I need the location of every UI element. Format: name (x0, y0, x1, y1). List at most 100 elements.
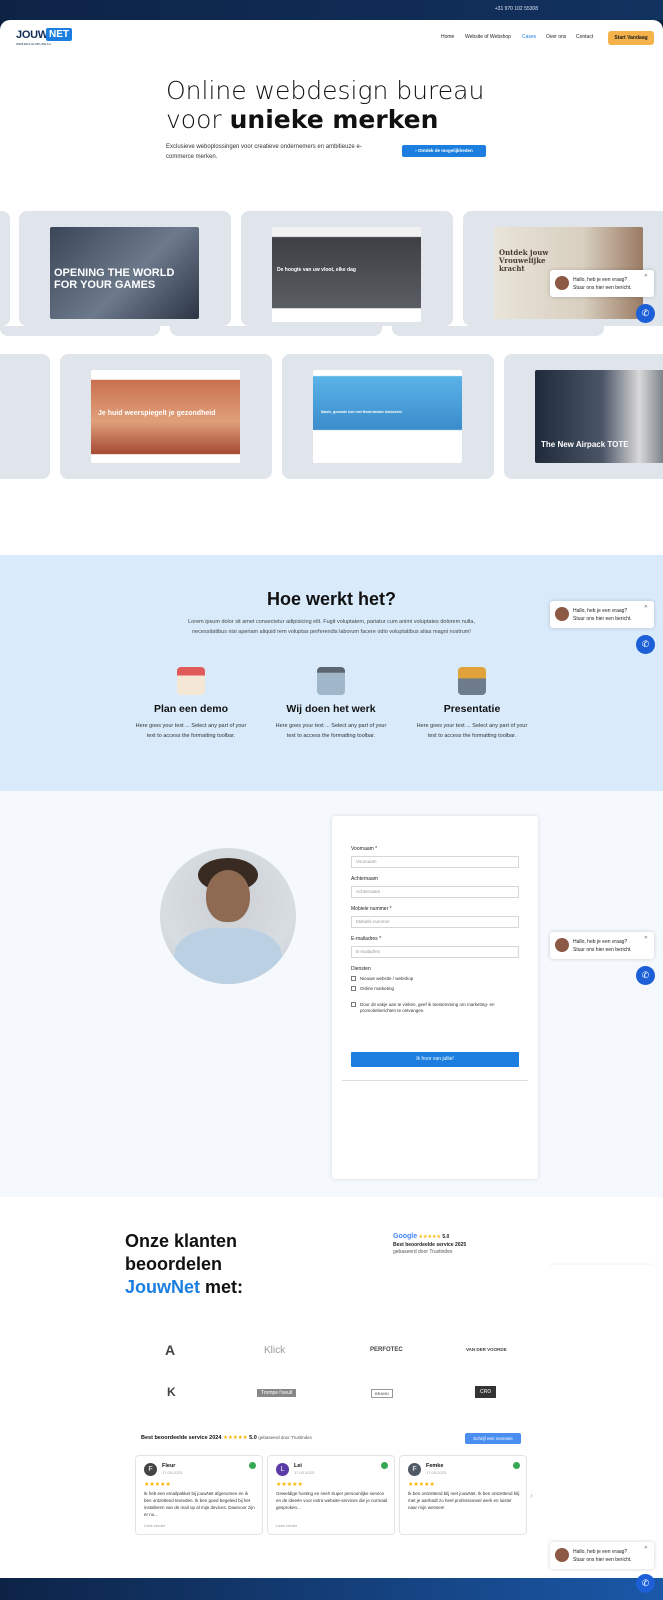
chat-bubble-collapsed[interactable] (550, 1265, 654, 1271)
chat-avatar (555, 938, 569, 952)
read-more-link[interactable]: Lees verder (144, 1523, 165, 1528)
phone-number[interactable]: +31 970 102 55308 (495, 6, 538, 12)
client-logo-klick: Klick (264, 1345, 286, 1356)
presentation-icon (458, 667, 486, 695)
logo[interactable]: JOUW NET WEBDESIGNBUREAU (16, 28, 76, 47)
chat-line2: Stuur ons hier een bericht. (573, 285, 632, 291)
how-description: Lorem ipsum dolor sit amet consectetur a… (188, 619, 475, 635)
chat-bubble[interactable]: Hallo, heb je een vraag? Stuur ons hier e… (550, 601, 654, 628)
nav-home[interactable]: Home (441, 34, 454, 40)
client-logo-vandervoorde: VAN DER VOORDE (466, 1347, 507, 1352)
start-vandaag-button[interactable]: Start Vandaag (608, 31, 654, 45)
avatar-face (206, 870, 250, 922)
whatsapp-icon[interactable]: ✆ (636, 966, 655, 985)
google-score: 5.0 (442, 1234, 450, 1240)
whatsapp-icon[interactable]: ✆ (636, 1574, 655, 1593)
top-bar: +31 970 102 55308 (0, 0, 663, 20)
ontdek-button[interactable]: › Ontdek de mogelijkheden (402, 145, 486, 157)
case-card-2[interactable]: De hoogte van uw vloot, elke dag (241, 211, 453, 326)
case-title-5: Mooie, gezonde tuin met Nederlandse tuin… (321, 410, 402, 414)
case-screenshot-1: OPENING THE WORLD FOR YOUR GAMES (50, 227, 199, 319)
chat-bubble[interactable]: Hallo, heb je een vraag? Stuur ons hier e… (550, 270, 654, 297)
reviewer-name: Lei (294, 1463, 302, 1469)
case-card-edge-left[interactable] (0, 211, 10, 326)
mobile-input[interactable]: Mobiele nummer (351, 916, 519, 928)
checkbox-icon[interactable] (351, 986, 356, 992)
chat-text: Hallo, heb je een vraag? Stuur ons hier e… (573, 607, 632, 623)
nav-contact[interactable]: Contact (576, 34, 593, 40)
case-card-edge-left-2[interactable] (0, 354, 50, 479)
close-icon[interactable]: ✕ (644, 935, 648, 941)
review-card[interactable]: F Femke 17.03.2023 ★★★★★ Ik ben ontzette… (399, 1455, 527, 1535)
client-logo-perfotec: PERFOTEC (370, 1347, 403, 1353)
client-logo-trompeloeil: Trompe l'oeuil (257, 1389, 297, 1397)
service-marketing-label: Online marketing (360, 986, 395, 991)
case-card-4[interactable]: Je huid weerspiegelt je gezondheid (60, 354, 272, 479)
whatsapp-icon[interactable]: ✆ (636, 635, 655, 654)
chat-text: Hallo, heb je een vraag? Stuur ons hier e… (573, 1548, 632, 1564)
case-screenshot-2: De hoogte van uw vloot, elke dag (272, 227, 421, 322)
case-title-4: Je huid weerspiegelt je gezondheid (98, 410, 216, 417)
reviews-title-brand: JouwNet (125, 1277, 201, 1297)
nav-over-ons[interactable]: Over ons (546, 34, 566, 40)
review-card[interactable]: F Fleur 17.03.2023 ★★★★★ Ik heb een emai… (135, 1455, 263, 1535)
chat-text: Hallo, heb je een vraag? Stuur ons hier e… (573, 938, 632, 954)
reviews-title-line2: beoordelen (125, 1254, 223, 1274)
client-logo-cro: CRO (475, 1386, 497, 1398)
submit-button[interactable]: Ik hoor van jullie! (351, 1052, 519, 1067)
whatsapp-icon[interactable]: ✆ (636, 304, 655, 323)
first-name-input[interactable]: Voornaam (351, 856, 519, 868)
write-review-button[interactable]: Schrijf een recensie (465, 1433, 521, 1444)
best-by-label: gebaseerd door Trustindex (258, 1435, 312, 1440)
read-more-link[interactable]: Lees verder (276, 1523, 297, 1528)
chat-line2: Stuur ons hier een bericht. (573, 616, 632, 622)
case-screenshot-6: The New Airpack TOTE (535, 370, 663, 463)
stars-icon: ★★★★★ (276, 1482, 303, 1488)
stars-icon: ★★★★★ (144, 1482, 171, 1488)
step-plan-demo: Plan een demo Here goes your text ... Se… (131, 667, 251, 741)
logo-tagline: WEBDESIGNBUREAU (16, 42, 52, 46)
consent-checkbox[interactable]: Door dit vakje aan te vinken, geef ik to… (351, 1002, 519, 1014)
review-date: 17.03.2023 (162, 1470, 183, 1475)
service-marketing-checkbox[interactable]: Online marketing (351, 986, 394, 992)
checkbox-icon[interactable] (351, 1002, 356, 1007)
chat-avatar (555, 607, 569, 621)
reviewer-name: Fleur (162, 1463, 176, 1469)
google-logo: Google (393, 1233, 418, 1240)
chat-line1: Hallo, heb je een vraag? (573, 1549, 628, 1555)
case-screenshot-4: Je huid weerspiegelt je gezondheid (91, 370, 240, 463)
hero-title-bold: unieke merken (229, 105, 439, 134)
service-website-checkbox[interactable]: Nieuwe website / webshop (351, 976, 413, 982)
close-icon[interactable]: ✕ (644, 1545, 648, 1551)
google-by-label: gebaseerd door Trustindex (393, 1249, 453, 1255)
case-card-5[interactable]: Mooie, gezonde tuin met Nederlandse tuin… (282, 354, 494, 479)
nav-website-webshop[interactable]: Website of Webshop (465, 34, 511, 40)
chat-avatar (555, 276, 569, 290)
hero-title: Online webdesign bureau voor unieke merk… (166, 76, 484, 134)
close-icon[interactable]: ✕ (644, 273, 648, 279)
chat-bubble[interactable]: Hallo, heb je een vraag? Stuur ons hier e… (550, 1542, 654, 1569)
how-it-works-section: Hoe werkt het? Lorem ipsum dolor sit ame… (0, 555, 663, 791)
case-card-1[interactable]: OPENING THE WORLD FOR YOUR GAMES (19, 211, 231, 326)
calendar-icon (177, 667, 205, 695)
reviews-title-line3: JouwNet met: (125, 1276, 243, 1299)
close-icon[interactable]: ✕ (644, 604, 648, 610)
review-card[interactable]: L Lei 17.03.2023 ★★★★★ Geweldige hosting… (267, 1455, 395, 1535)
review-text: Ik ben ontzettend blij met jouwNet. Ik b… (408, 1491, 520, 1510)
client-logo-k: K (167, 1385, 176, 1399)
contact-section: Voornaam * Voornaam Achternaam Achternaa… (0, 791, 663, 1197)
page: JOUW NET WEBDESIGNBUREAU Home Website of… (0, 20, 663, 1580)
case-card-6[interactable]: The New Airpack TOTE (504, 354, 663, 479)
case-title-2: De hoogte van uw vloot, elke dag (277, 267, 356, 273)
nav-cases[interactable]: Cases (522, 34, 536, 40)
google-rating-badge[interactable]: Google ★★★★★ 5.0 Best beoordeelde servic… (393, 1233, 466, 1255)
step-title: Wij doen het werk (286, 703, 376, 715)
verified-icon (381, 1462, 388, 1469)
chevron-right-icon[interactable]: › (530, 1490, 533, 1500)
case-card-3[interactable]: Ontdek jouw Vrouwelijke kracht (463, 211, 663, 326)
checkbox-icon[interactable] (351, 976, 356, 982)
chat-bubble[interactable]: Hallo, heb je een vraag? Stuur ons hier e… (550, 932, 654, 959)
case-title-6: The New Airpack TOTE (541, 440, 629, 449)
email-input[interactable]: E-mailadres (351, 946, 519, 958)
last-name-input[interactable]: Achternaam (351, 886, 519, 898)
